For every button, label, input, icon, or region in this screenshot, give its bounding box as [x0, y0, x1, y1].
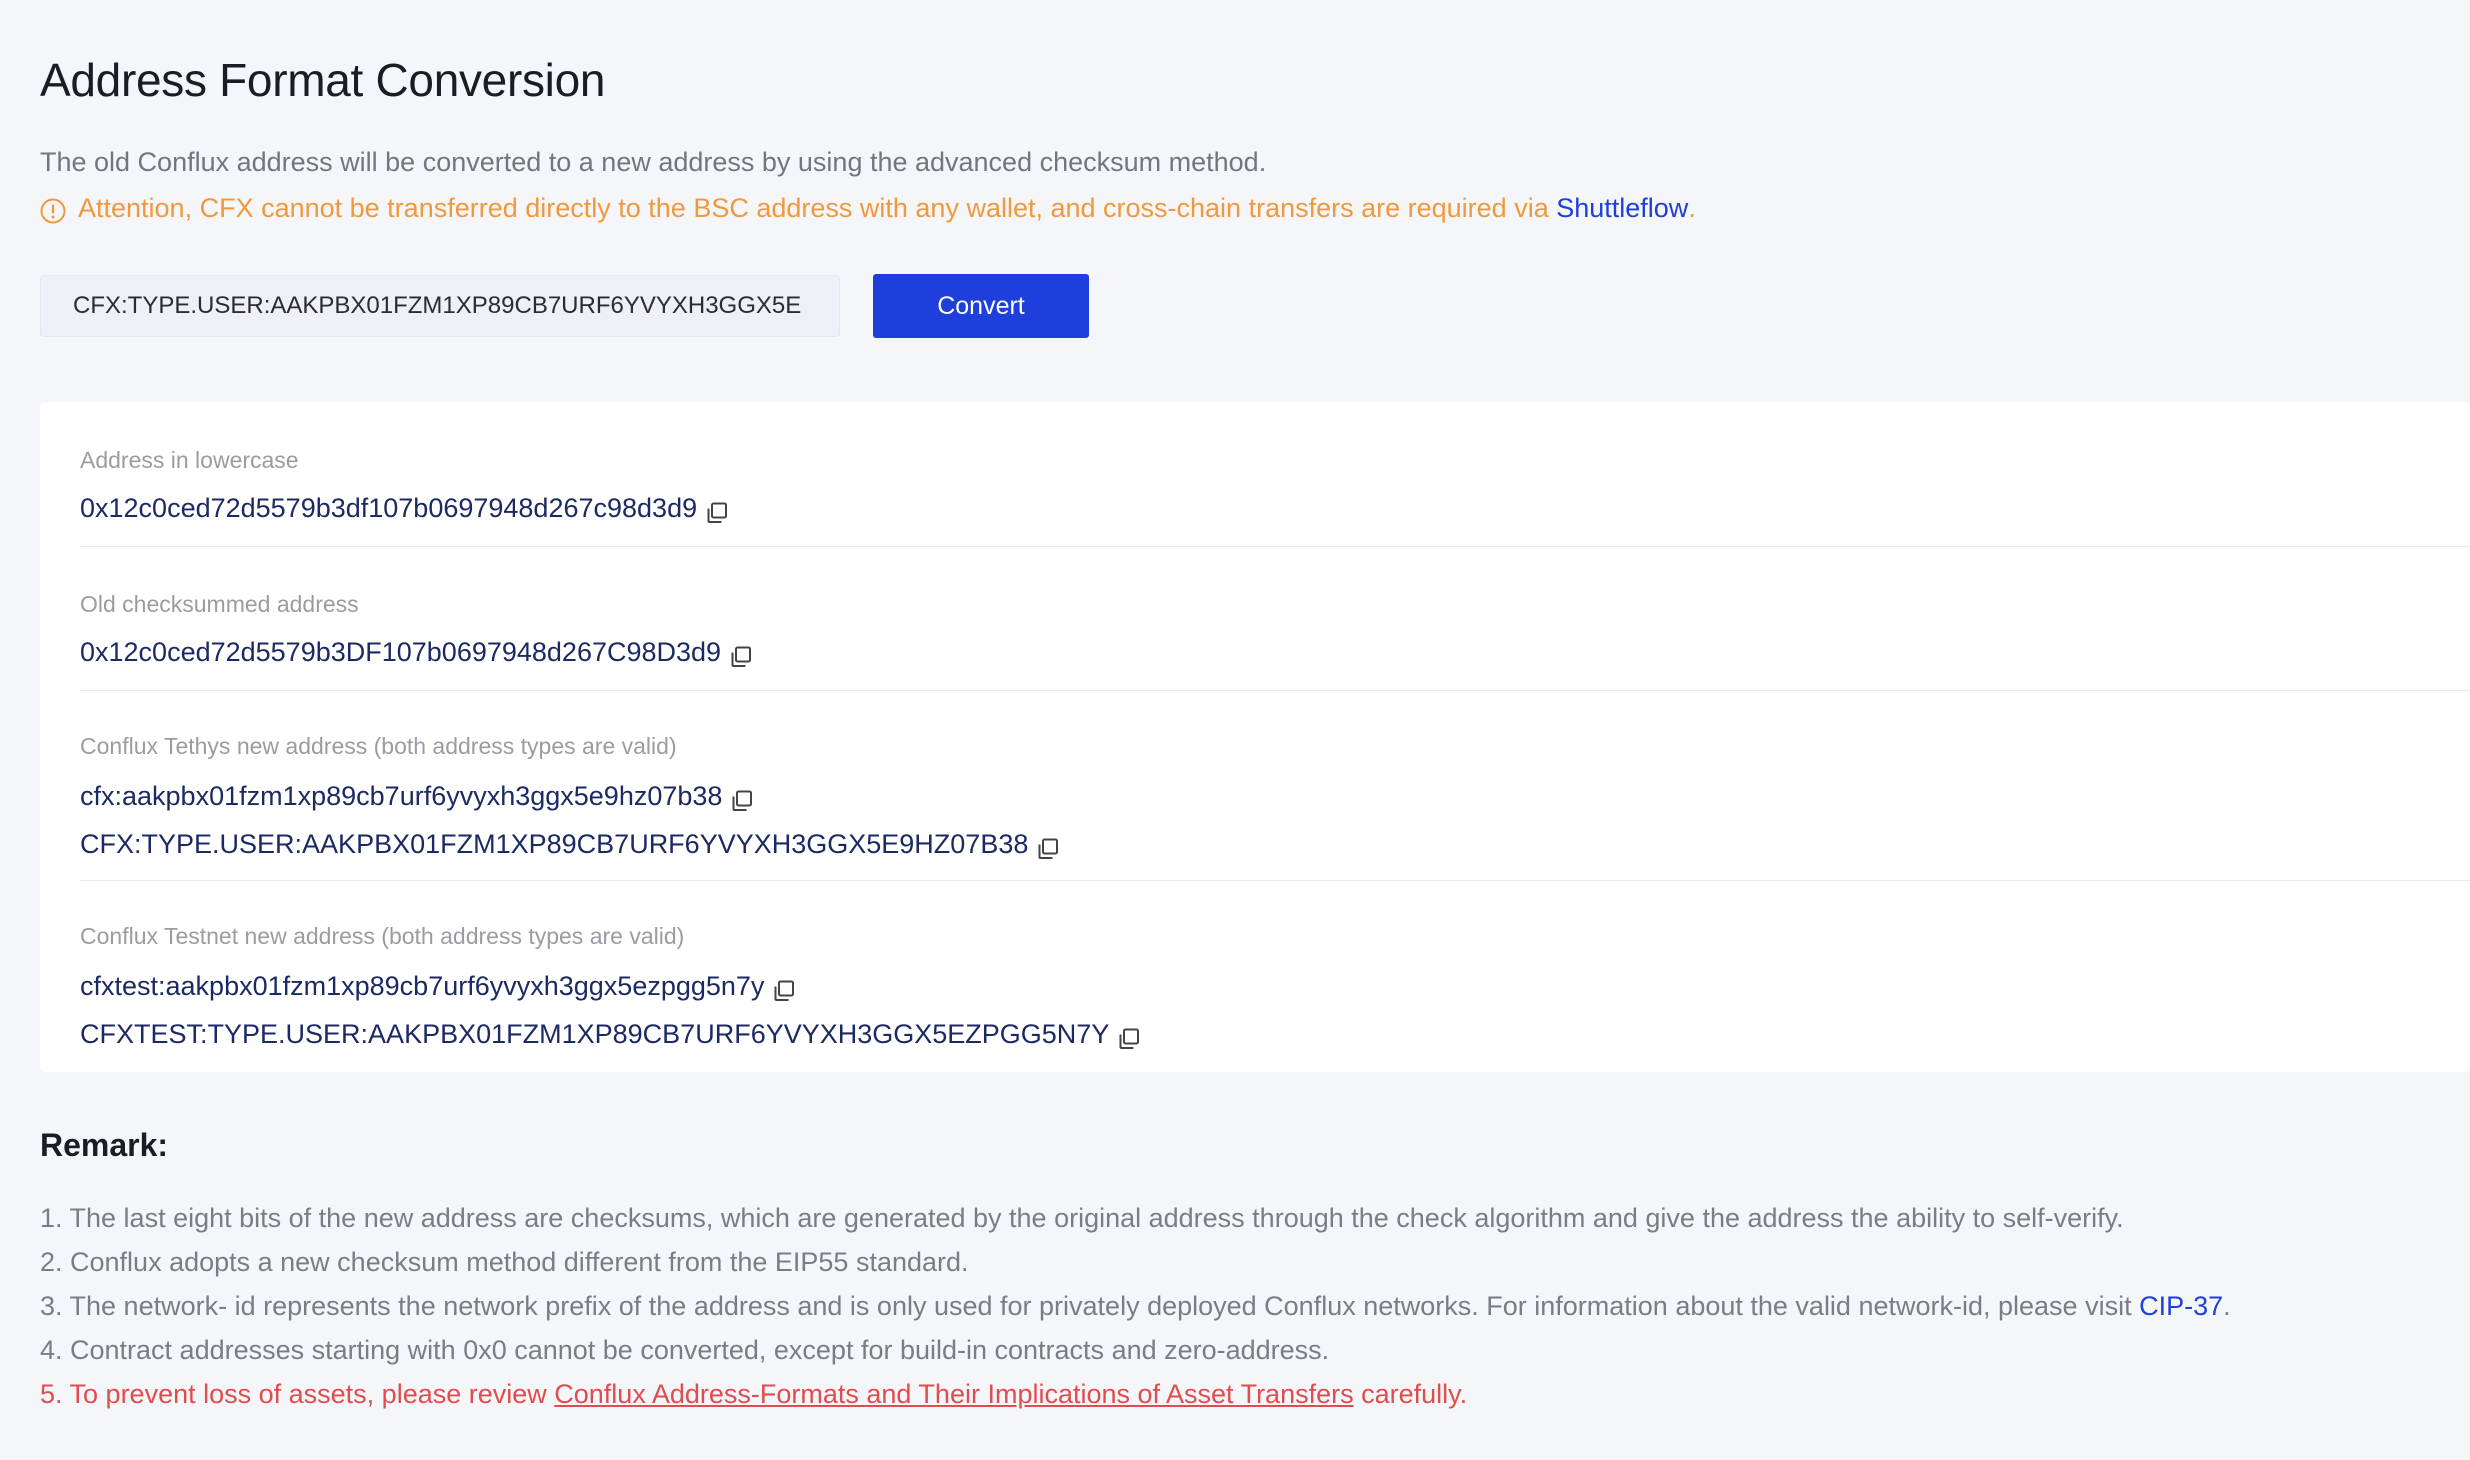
- result-old-checksum: Old checksummed address 0x12c0ced72d5579…: [80, 588, 2470, 691]
- copy-icon[interactable]: [705, 496, 729, 523]
- address-value: 0x12c0ced72d5579b3DF107b0697948d267C98D3…: [80, 637, 722, 667]
- exclamation-circle-icon: [40, 195, 66, 224]
- remark-suffix: .: [2223, 1291, 2231, 1321]
- address-line: cfxtest:aakpbx01fzm1xp89cb7urf6yvyxh3ggx…: [80, 966, 2470, 1006]
- remark-list: 1. The last eight bits of the new addres…: [40, 1196, 2231, 1416]
- result-card: Address in lowercase 0x12c0ced72d5579b3d…: [40, 402, 2470, 1072]
- address-value: CFX:TYPE.USER:AAKPBX01FZM1XP89CB7URF6YVY…: [80, 829, 1029, 859]
- address-value: CFXTEST:TYPE.USER:AAKPBX01FZM1XP89CB7URF…: [80, 1019, 1110, 1049]
- result-lowercase: Address in lowercase 0x12c0ced72d5579b3d…: [80, 444, 2470, 547]
- attention-notice: Attention, CFX cannot be transferred dir…: [40, 188, 1696, 228]
- converter-form: Convert: [40, 274, 1089, 338]
- address-value: 0x12c0ced72d5579b3df107b0697948d267c98d3…: [80, 493, 698, 523]
- result-testnet: Conflux Testnet new address (both addres…: [80, 920, 2470, 1070]
- address-value: cfx:aakpbx01fzm1xp89cb7urf6yvyxh3ggx5e9h…: [80, 781, 723, 811]
- cip37-link[interactable]: CIP-37: [2139, 1291, 2223, 1321]
- address-line: CFX:TYPE.USER:AAKPBX01FZM1XP89CB7URF6YVY…: [80, 824, 2470, 864]
- copy-icon[interactable]: [1036, 832, 1060, 859]
- attention-suffix: .: [1688, 193, 1696, 223]
- result-tethys: Conflux Tethys new address (both address…: [80, 730, 2470, 881]
- remark-title: Remark:: [40, 1127, 169, 1163]
- remark-text: 3. The network- id represents the networ…: [40, 1291, 2140, 1321]
- page-description: The old Conflux address will be converte…: [40, 147, 1267, 177]
- result-label: Conflux Testnet new address (both addres…: [80, 923, 685, 949]
- copy-icon[interactable]: [772, 974, 796, 1001]
- attention-text: Attention, CFX cannot be transferred dir…: [78, 193, 1549, 223]
- address-line: 0x12c0ced72d5579b3DF107b0697948d267C98D3…: [80, 632, 2470, 672]
- remark-text: 2. Conflux adopts a new checksum method …: [40, 1247, 969, 1277]
- remark-item-warning: 5. To prevent loss of assets, please rev…: [40, 1372, 2231, 1416]
- address-line: cfx:aakpbx01fzm1xp89cb7urf6yvyxh3ggx5e9h…: [80, 776, 2470, 816]
- address-formats-link[interactable]: Conflux Address-Formats and Their Implic…: [554, 1379, 1353, 1409]
- remark-text: 1. The last eight bits of the new addres…: [40, 1203, 2124, 1233]
- remark-text: 4. Contract addresses starting with 0x0 …: [40, 1335, 1330, 1365]
- copy-icon[interactable]: [730, 784, 754, 811]
- remark-text: 5. To prevent loss of assets, please rev…: [40, 1379, 555, 1409]
- result-label: Old checksummed address: [80, 591, 359, 617]
- address-input[interactable]: [40, 275, 840, 337]
- remark-item: 4. Contract addresses starting with 0x0 …: [40, 1328, 2231, 1372]
- remark-suffix: carefully.: [1353, 1379, 1468, 1409]
- page-title: Address Format Conversion: [40, 54, 606, 106]
- copy-icon[interactable]: [729, 640, 753, 667]
- result-label: Address in lowercase: [80, 447, 299, 473]
- remark-item: 2. Conflux adopts a new checksum method …: [40, 1240, 2231, 1284]
- remark-item: 1. The last eight bits of the new addres…: [40, 1196, 2231, 1240]
- convert-button[interactable]: Convert: [873, 274, 1089, 338]
- address-value: cfxtest:aakpbx01fzm1xp89cb7urf6yvyxh3ggx…: [80, 971, 765, 1001]
- result-label: Conflux Tethys new address (both address…: [80, 733, 677, 759]
- address-line: CFXTEST:TYPE.USER:AAKPBX01FZM1XP89CB7URF…: [80, 1014, 2470, 1054]
- shuttleflow-link[interactable]: Shuttleflow: [1556, 188, 1688, 228]
- address-line: 0x12c0ced72d5579b3df107b0697948d267c98d3…: [80, 488, 2470, 528]
- copy-icon[interactable]: [1117, 1022, 1141, 1049]
- remark-item: 3. The network- id represents the networ…: [40, 1284, 2231, 1328]
